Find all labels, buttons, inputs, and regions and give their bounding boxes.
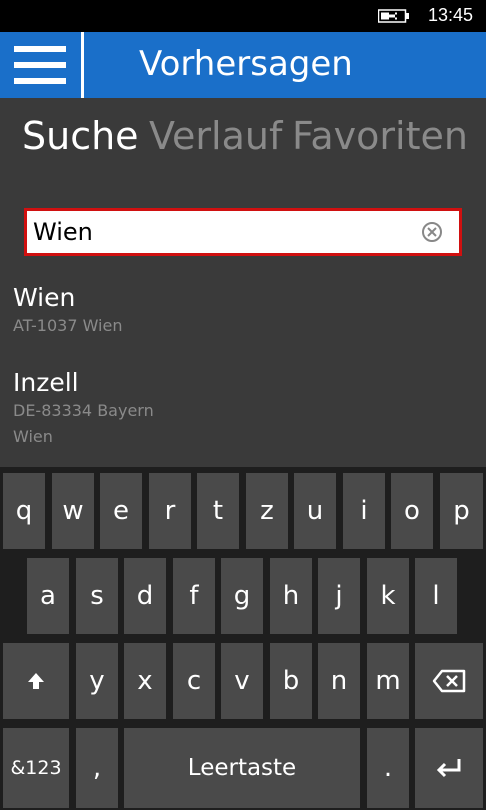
key-d[interactable]: d xyxy=(124,558,166,634)
key-i[interactable]: i xyxy=(343,473,385,549)
key-p[interactable]: p xyxy=(440,473,483,549)
app-header: Vorhersagen xyxy=(0,32,486,98)
key-m[interactable]: m xyxy=(367,643,409,719)
key-f[interactable]: f xyxy=(173,558,215,634)
key-k[interactable]: k xyxy=(367,558,409,634)
tab-verlauf[interactable]: Verlauf xyxy=(149,114,282,158)
symbols-key[interactable]: &123 xyxy=(3,728,69,808)
enter-icon xyxy=(436,759,461,778)
key-l[interactable]: l xyxy=(415,558,457,634)
list-item[interactable]: Inzell DE-83334 Bayern Wien xyxy=(13,368,154,450)
tab-favoriten[interactable]: Favoriten xyxy=(292,114,468,158)
on-screen-keyboard: q w e r t z u i o p a s d f g h j k l y … xyxy=(0,467,486,810)
space-key[interactable]: Leertaste xyxy=(124,728,360,808)
period-key[interactable]: . xyxy=(367,728,409,808)
result-detail: DE-83334 Bayern xyxy=(13,401,154,420)
tab-suche[interactable]: Suche xyxy=(22,114,139,158)
key-v[interactable]: v xyxy=(221,643,263,719)
key-z[interactable]: z xyxy=(246,473,288,549)
result-name: Wien xyxy=(13,283,76,312)
key-h[interactable]: h xyxy=(270,558,312,634)
hamburger-menu-icon[interactable] xyxy=(14,46,68,86)
key-w[interactable]: w xyxy=(52,473,94,549)
key-s[interactable]: s xyxy=(76,558,118,634)
key-a[interactable]: a xyxy=(27,558,69,634)
key-n[interactable]: n xyxy=(318,643,360,719)
key-t[interactable]: t xyxy=(197,473,239,549)
key-x[interactable]: x xyxy=(124,643,166,719)
search-input[interactable] xyxy=(33,211,413,253)
result-detail: Wien xyxy=(13,427,53,446)
result-name: Inzell xyxy=(13,368,79,397)
shift-arrow-icon xyxy=(28,673,44,689)
key-g[interactable]: g xyxy=(221,558,263,634)
list-item[interactable]: Wien AT-1037 Wien xyxy=(13,283,122,339)
battery-charging-icon xyxy=(378,9,409,23)
backspace-key[interactable] xyxy=(415,643,483,719)
key-c[interactable]: c xyxy=(173,643,215,719)
clock: 13:45 xyxy=(428,5,474,25)
status-bar: 13:45 xyxy=(0,0,486,32)
header-divider xyxy=(81,32,84,98)
key-r[interactable]: r xyxy=(149,473,191,549)
key-j[interactable]: j xyxy=(318,558,360,634)
search-box xyxy=(24,208,462,256)
enter-key[interactable] xyxy=(415,728,483,808)
key-o[interactable]: o xyxy=(391,473,433,549)
key-y[interactable]: y xyxy=(76,643,118,719)
key-e[interactable]: e xyxy=(100,473,142,549)
comma-key[interactable]: , xyxy=(76,728,118,808)
key-u[interactable]: u xyxy=(294,473,336,549)
shift-key[interactable] xyxy=(3,643,69,719)
key-b[interactable]: b xyxy=(270,643,312,719)
clear-circle-icon[interactable] xyxy=(421,221,443,243)
page-title: Vorhersagen xyxy=(139,44,353,84)
key-q[interactable]: q xyxy=(3,473,45,549)
backspace-icon xyxy=(432,669,466,693)
result-detail: AT-1037 Wien xyxy=(13,316,123,335)
